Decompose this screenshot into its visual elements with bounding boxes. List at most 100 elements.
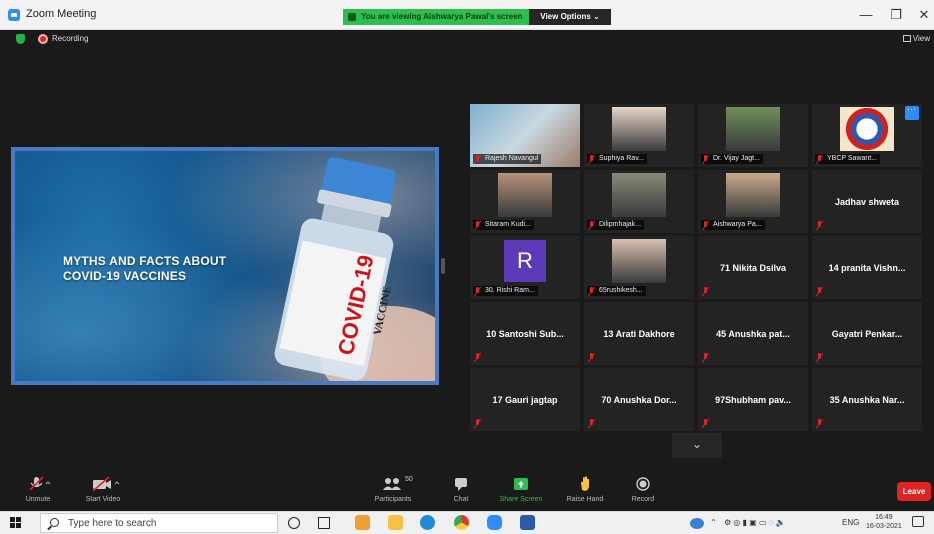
unmute-label: Unmute bbox=[25, 496, 51, 503]
taskbar-clock[interactable]: 16:49 16-03-2021 bbox=[866, 513, 902, 531]
clock-date: 16-03-2021 bbox=[866, 523, 902, 530]
participant-tile[interactable]: 13 Arati Dakhore bbox=[584, 302, 694, 365]
slide-title: MYTHS AND FACTS ABOUT COVID-19 VACCINES bbox=[63, 254, 226, 284]
mic-slash-icon bbox=[701, 352, 710, 362]
muted-mic-icon bbox=[701, 418, 710, 428]
start-video-label: Start Video bbox=[85, 496, 121, 503]
record-label: Record bbox=[631, 496, 655, 503]
show-more-participants-chevron-icon[interactable]: ⌄ bbox=[672, 433, 722, 458]
participant-photo bbox=[612, 239, 666, 283]
zoom-app-icon bbox=[8, 9, 20, 21]
hand-icon bbox=[581, 476, 589, 491]
participant-name: 97Shubham pav... bbox=[715, 394, 791, 405]
muted-mic-icon bbox=[473, 418, 482, 428]
muted-mic-icon bbox=[701, 352, 710, 362]
participants-icon: 50 bbox=[368, 475, 418, 493]
participants-count: 50 bbox=[405, 476, 413, 483]
cortana-icon[interactable] bbox=[288, 517, 300, 529]
participant-photo bbox=[612, 107, 666, 151]
view-toggle-button[interactable]: View bbox=[902, 34, 930, 43]
participant-tile[interactable]: Gayatri Penkar... bbox=[812, 302, 922, 365]
slide-title-line1: MYTHS AND FACTS ABOUT bbox=[63, 254, 227, 268]
participant-label: Sitaram Kudi... bbox=[473, 220, 534, 230]
restore-button[interactable]: ❐ bbox=[886, 7, 906, 23]
slide-title-line2: COVID-19 VACCINES bbox=[63, 269, 187, 283]
word-app-icon[interactable] bbox=[520, 515, 535, 530]
muted-mic-icon bbox=[815, 418, 824, 428]
clock-time: 16:49 bbox=[875, 514, 893, 521]
mic-slash-icon bbox=[701, 220, 710, 230]
windows-start-icon[interactable] bbox=[10, 517, 22, 529]
participant-avatar: R bbox=[504, 240, 546, 282]
participant-tile[interactable]: Sitaram Kudi... bbox=[470, 170, 580, 233]
muted-mic-icon bbox=[701, 286, 710, 296]
vaccine-vial-image: COVID-19 VACCINE bbox=[274, 157, 435, 381]
participant-tile[interactable]: Dilipmhajak... bbox=[584, 170, 694, 233]
raise-hand-button[interactable]: Raise Hand bbox=[563, 475, 607, 509]
close-button[interactable]: ✕ bbox=[914, 7, 934, 23]
task-view-icon[interactable] bbox=[318, 517, 330, 529]
search-icon bbox=[50, 518, 59, 527]
mic-slash-icon bbox=[587, 352, 596, 362]
mic-slash-icon bbox=[473, 220, 482, 230]
screen-share-banner: You are viewing Aishwarya Pawal's screen bbox=[343, 9, 529, 25]
recording-icon bbox=[38, 34, 48, 44]
mic-slash-icon bbox=[587, 286, 596, 296]
participant-label: Rajesh Navangul bbox=[473, 154, 542, 164]
network-status-icon[interactable] bbox=[690, 518, 704, 529]
leave-button[interactable]: Leave bbox=[897, 482, 931, 501]
file-explorer-icon[interactable] bbox=[388, 515, 403, 530]
muted-mic-icon bbox=[473, 352, 482, 362]
participant-name: 45 Anushka pat... bbox=[716, 328, 790, 339]
security-shield-icon[interactable] bbox=[16, 34, 25, 44]
participant-tile[interactable]: 17 Gauri jagtap bbox=[470, 368, 580, 431]
tray-icons[interactable]: ⚙ ◎ ▮ ▣ ▭ ◌ 🔈 bbox=[724, 518, 786, 527]
mic-slash-icon bbox=[473, 352, 482, 362]
participant-tile[interactable]: R 30. Rishi Ram... bbox=[470, 236, 580, 299]
tray-expand-icon[interactable]: ⌃ bbox=[710, 518, 717, 527]
participant-tile[interactable]: 14 pranita Vishn... bbox=[812, 236, 922, 299]
participant-name: 13 Arati Dakhore bbox=[603, 328, 675, 339]
participant-tile[interactable]: 70 Anushka Dor... bbox=[584, 368, 694, 431]
split-divider-handle[interactable] bbox=[441, 258, 445, 274]
chat-button[interactable]: Chat bbox=[446, 475, 476, 509]
participant-tile[interactable]: Jadhav shweta bbox=[812, 170, 922, 233]
participant-tile[interactable]: Suphiya Rav... bbox=[584, 104, 694, 167]
start-video-button[interactable]: Start Video bbox=[78, 475, 128, 509]
participant-tile[interactable]: 97Shubham pav... bbox=[698, 368, 808, 431]
participant-tile[interactable]: Aishwarya Pa... bbox=[698, 170, 808, 233]
record-button[interactable]: Record bbox=[626, 475, 660, 509]
share-screen-button[interactable]: Share Screen bbox=[495, 475, 547, 509]
people-icon bbox=[383, 478, 401, 490]
language-indicator[interactable]: ENG bbox=[842, 518, 859, 527]
participant-label: 30. Rishi Ram... bbox=[473, 286, 538, 296]
participant-label: Suphiya Rav... bbox=[587, 154, 648, 164]
participant-photo bbox=[726, 107, 780, 151]
mic-slash-icon bbox=[473, 154, 482, 164]
muted-mic-icon bbox=[473, 286, 482, 296]
chrome-browser-icon[interactable] bbox=[454, 515, 469, 530]
participant-label: YBCP Sawant... bbox=[815, 154, 881, 164]
participant-tile[interactable]: 45 Anushka pat... bbox=[698, 302, 808, 365]
participants-button[interactable]: 50 Participants bbox=[362, 475, 424, 509]
participant-tile[interactable]: 65rushikesh... bbox=[584, 236, 694, 299]
participant-tile[interactable]: 35 Anushka Nar... bbox=[812, 368, 922, 431]
taskbar-search-box[interactable]: Type here to search bbox=[40, 513, 278, 533]
participant-tile[interactable]: Dr. Vijay Jagt... bbox=[698, 104, 808, 167]
unmute-button[interactable]: Unmute bbox=[18, 475, 58, 509]
participant-tile[interactable]: 10 Santoshi Sub... bbox=[470, 302, 580, 365]
muted-mic-icon bbox=[587, 154, 596, 164]
sublime-app-icon[interactable] bbox=[355, 515, 370, 530]
notifications-icon[interactable] bbox=[912, 516, 924, 527]
more-options-button[interactable] bbox=[905, 104, 919, 120]
participant-name: 70 Anushka Dor... bbox=[601, 394, 677, 405]
participant-tile[interactable]: 71 Nikita Dsilva bbox=[698, 236, 808, 299]
meeting-status-strip bbox=[0, 30, 934, 48]
view-options-button[interactable]: View Options ⌄ bbox=[529, 9, 611, 25]
share-screen-label: Share Screen bbox=[499, 496, 543, 503]
zoom-taskbar-icon[interactable] bbox=[487, 515, 502, 530]
participant-tile[interactable]: Rajesh Navangul bbox=[470, 104, 580, 167]
mic-slash-icon bbox=[701, 286, 710, 296]
minimize-button[interactable]: — bbox=[856, 7, 876, 22]
edge-browser-icon[interactable] bbox=[420, 515, 435, 530]
